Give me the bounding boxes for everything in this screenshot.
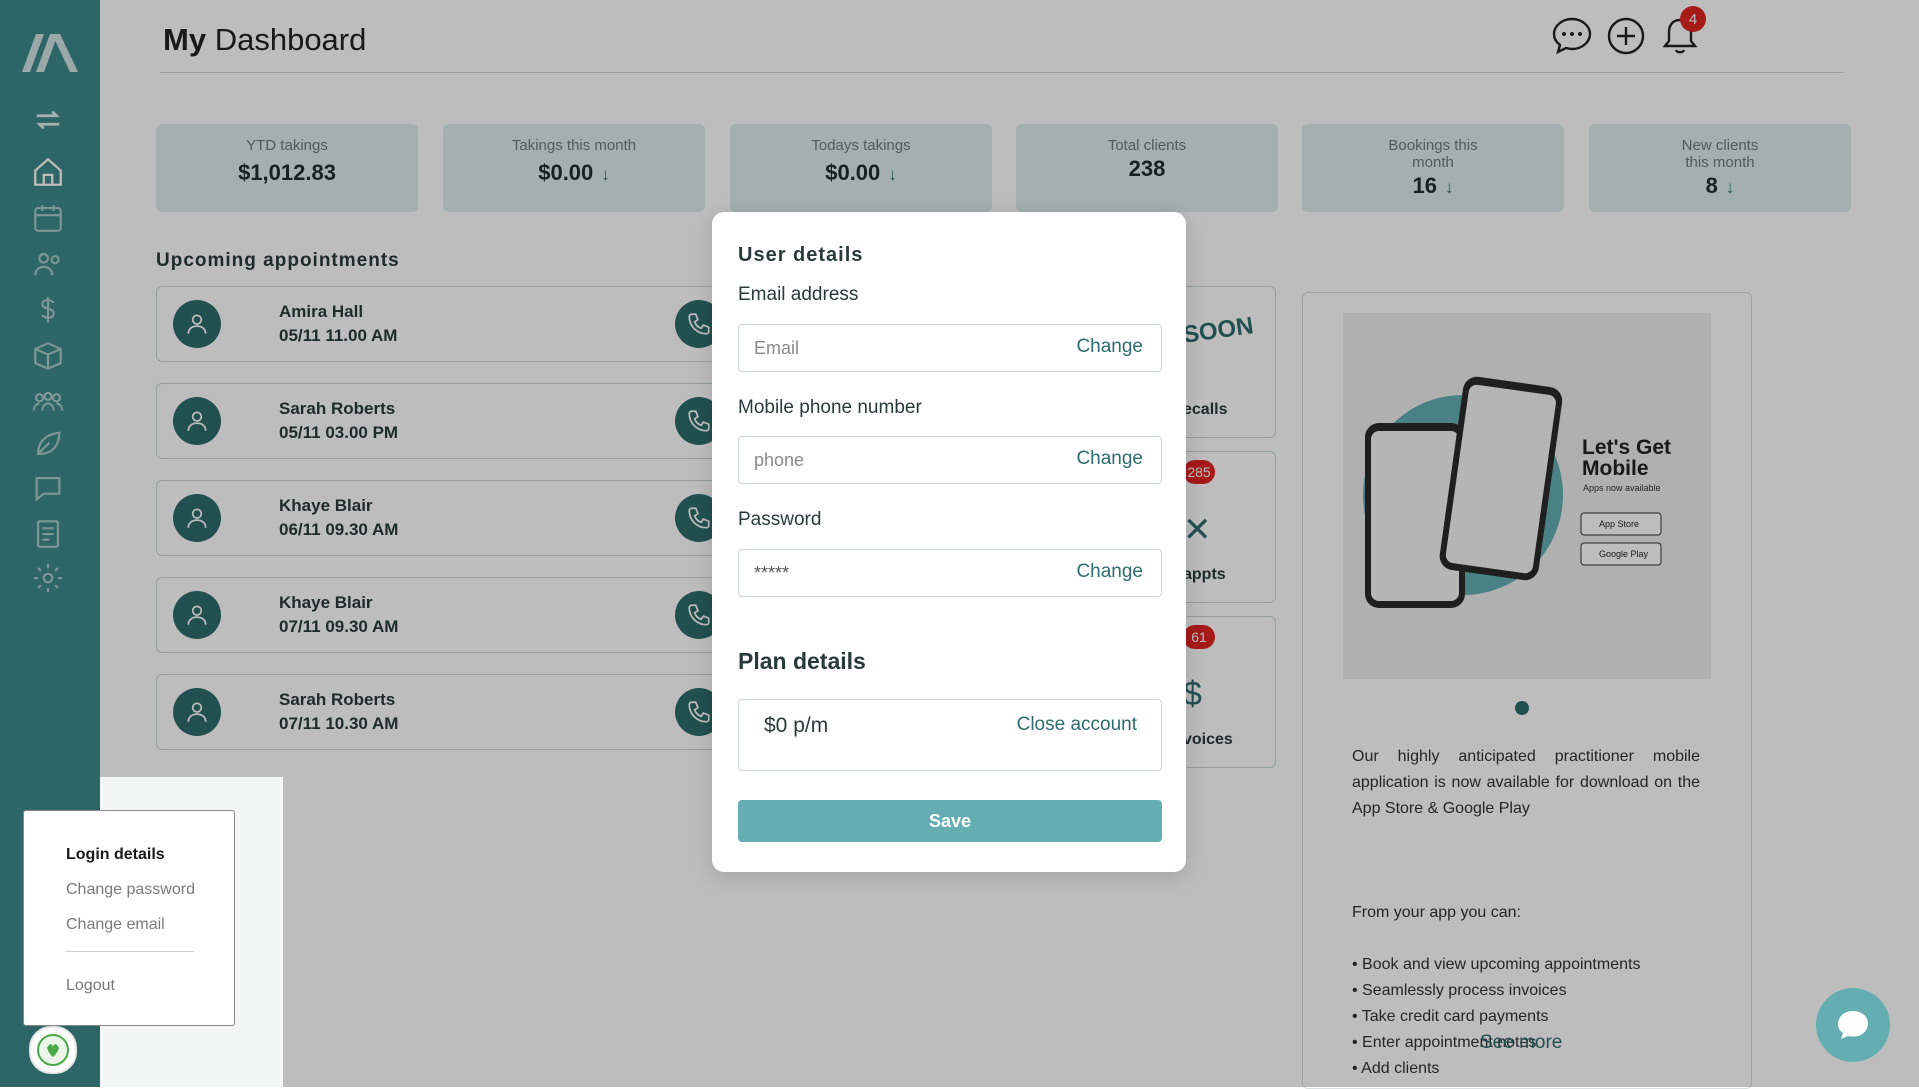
change-phone-button[interactable]: Change [1076, 448, 1143, 470]
menu-change-password[interactable]: Change password [66, 881, 195, 899]
menu-logout[interactable]: Logout [66, 977, 115, 995]
change-email-button[interactable]: Change [1076, 336, 1143, 358]
chat-bubble-icon [1838, 1011, 1868, 1039]
plan-title: Plan details [738, 648, 866, 674]
menu-change-email[interactable]: Change email [66, 916, 165, 934]
email-placeholder: Email [754, 338, 800, 358]
password-masked: ***** [754, 563, 790, 583]
user-details-modal: User details Email address Email Change … [712, 212, 1186, 872]
menu-divider [66, 951, 194, 952]
close-account-link[interactable]: Close account [1017, 714, 1137, 736]
modal-title: User details [738, 244, 864, 266]
account-avatar-icon[interactable] [29, 1026, 77, 1074]
account-menu: Login details Change password Change ema… [23, 810, 235, 1026]
phone-label: Mobile phone number [738, 397, 922, 418]
plan-price: $0 p/m [764, 714, 829, 737]
password-label: Password [738, 509, 822, 530]
save-button[interactable]: Save [738, 800, 1162, 842]
phone-field[interactable]: phone Change [738, 436, 1162, 484]
menu-login-details[interactable]: Login details [66, 846, 165, 864]
change-password-button[interactable]: Change [1076, 561, 1143, 583]
email-field[interactable]: Email Change [738, 324, 1162, 372]
phone-placeholder: phone [754, 450, 805, 470]
email-label: Email address [738, 284, 859, 305]
password-field[interactable]: ***** Change [738, 549, 1162, 597]
plan-box: $0 p/m Close account [738, 699, 1162, 771]
support-chat-button[interactable] [1816, 988, 1890, 1062]
